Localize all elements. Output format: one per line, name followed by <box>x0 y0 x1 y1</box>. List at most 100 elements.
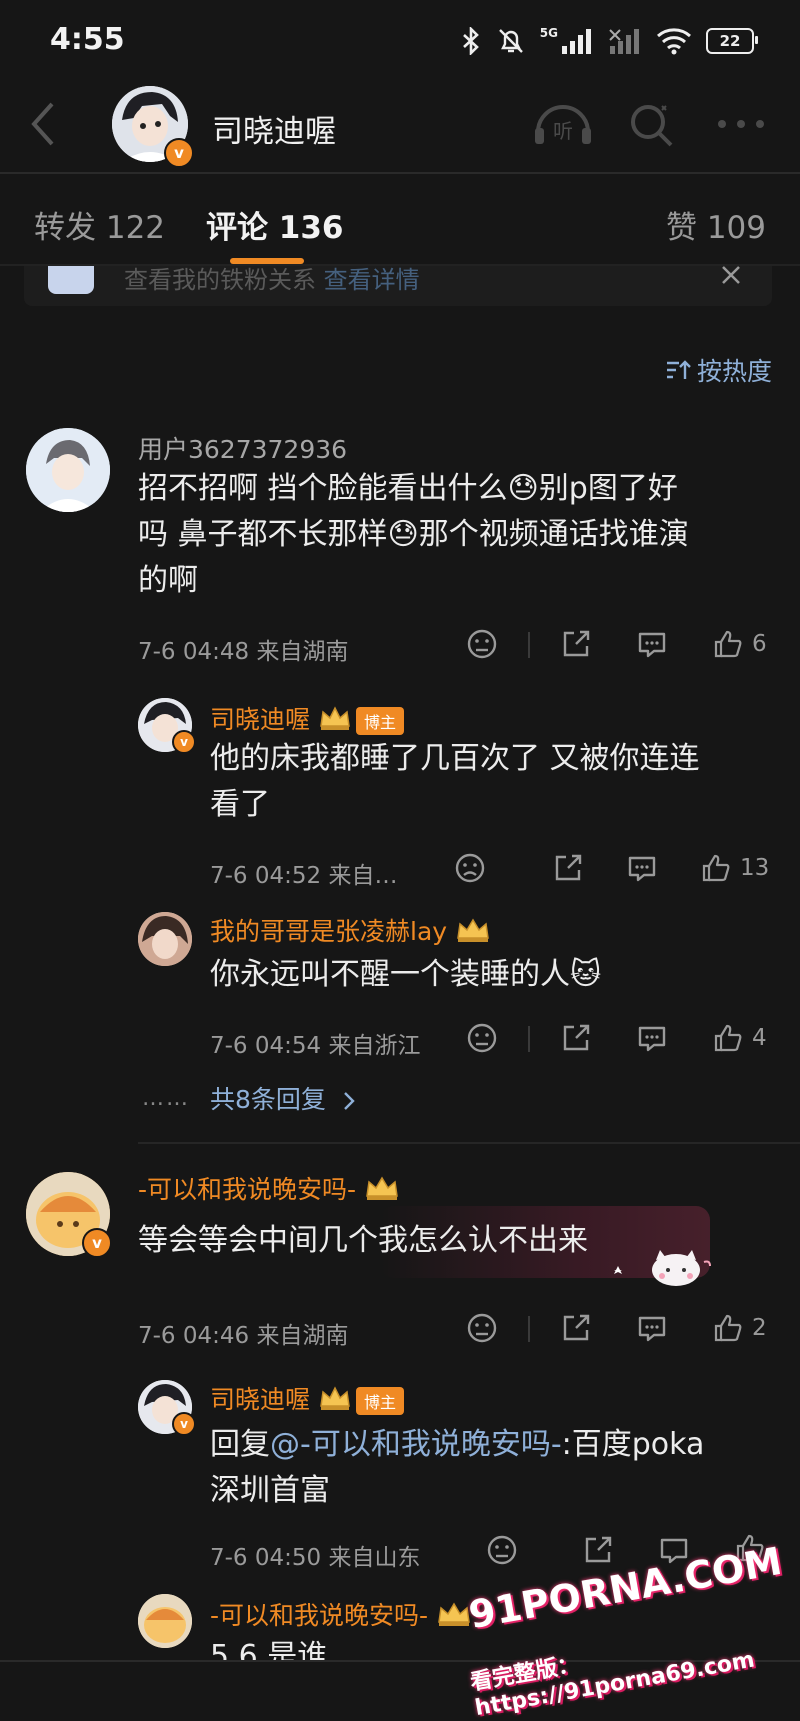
thumbs-up-icon <box>712 1022 744 1054</box>
comment-username[interactable]: 用户3627372936 <box>138 430 347 466</box>
chevron-right-icon <box>342 1090 356 1112</box>
comment-meta: 7-6 04:46 来自湖南 <box>138 1316 348 1350</box>
mention-link[interactable]: @-可以和我说晚安吗- <box>270 1427 562 1462</box>
dislike-button[interactable] <box>486 1534 518 1566</box>
search-icon[interactable] <box>628 102 676 150</box>
reply-line: 你永远叫不醒一个装睡的人🐱 <box>210 957 602 992</box>
comment-icon <box>636 628 668 660</box>
reply-username[interactable]: -可以和我说晚安吗- <box>210 1601 428 1630</box>
crown-icon <box>318 1384 352 1418</box>
reply-line: 看了 <box>210 787 270 822</box>
listen-icon[interactable]: 听 <box>532 102 594 148</box>
dislike-button[interactable] <box>466 628 498 660</box>
signal-2-icon <box>608 28 642 54</box>
reply-line: 他的床我都睡了几百次了 又被你连连 <box>210 741 700 776</box>
like-count: 2 <box>752 1315 767 1341</box>
comment-location: 来自湖南 <box>256 1323 349 1349</box>
reply-button[interactable] <box>636 628 668 660</box>
dislike-button[interactable] <box>466 1022 498 1054</box>
avatar[interactable] <box>138 912 192 966</box>
reply-line: 5 6 是谁 <box>210 1639 328 1660</box>
dislike-face-icon <box>454 852 486 884</box>
reply-username[interactable]: 司晓迪喔 <box>210 705 310 734</box>
cat-sticker-icon <box>606 1244 716 1288</box>
like-button[interactable]: 4 <box>712 1022 767 1054</box>
like-button[interactable]: 6 <box>712 628 767 660</box>
share-button[interactable] <box>552 852 584 884</box>
reply-text: 你永远叫不醒一个装睡的人🐱 <box>210 952 770 998</box>
reply-text: 回复@-可以和我说晚安吗-:百度poka 深圳首富 <box>210 1422 780 1514</box>
tab-likes[interactable]: 赞 109 <box>666 202 766 247</box>
comment-icon <box>636 1312 668 1344</box>
header-divider <box>0 172 800 174</box>
reply-button[interactable] <box>636 1312 668 1344</box>
sort-label: 按热度 <box>696 357 772 386</box>
share-button[interactable] <box>582 1534 614 1566</box>
more-replies-link[interactable]: 共8条回复 <box>210 1080 356 1116</box>
reply-location: 来自浙江 <box>328 1033 421 1059</box>
verified-badge-icon: v <box>164 138 194 168</box>
reply-location: 来自… <box>328 863 398 889</box>
verified-badge-icon: v <box>82 1228 112 1258</box>
dislike-face-icon <box>466 628 498 660</box>
verified-badge-icon: v <box>172 730 196 754</box>
like-count: 4 <box>752 1025 767 1051</box>
fan-banner[interactable]: 查看我的铁粉关系 查看详情 <box>24 266 772 306</box>
thumbs-up-icon <box>700 852 732 884</box>
tab-reposts[interactable]: 转发 122 <box>34 202 165 247</box>
mute-bell-icon <box>496 26 526 56</box>
share-button[interactable] <box>560 1022 592 1054</box>
reply-username[interactable]: 我的哥哥是张凌赫lay <box>210 917 447 946</box>
more-icon[interactable] <box>716 118 766 130</box>
comment-icon <box>636 1022 668 1054</box>
dislike-button[interactable] <box>466 1312 498 1344</box>
bluetooth-icon <box>460 27 482 55</box>
avatar[interactable] <box>26 428 110 512</box>
reply-location: 来自山东 <box>328 1545 421 1571</box>
reply-text: 5 6 是谁 <box>210 1634 327 1660</box>
reply-time: 7-6 04:52 <box>210 863 322 889</box>
share-icon <box>560 1022 592 1054</box>
network-label: 5G <box>539 26 558 40</box>
dislike-face-icon <box>466 1022 498 1054</box>
crown-icon <box>318 704 352 738</box>
wifi-icon <box>656 27 692 55</box>
reply-header: -可以和我说晚安吗- <box>210 1596 472 1634</box>
more-dots: …… <box>142 1086 190 1111</box>
reply-username[interactable]: 司晓迪喔 <box>210 1385 310 1414</box>
reply-line: 深圳首富 <box>210 1473 330 1508</box>
share-button[interactable] <box>560 628 592 660</box>
share-icon <box>552 852 584 884</box>
tab-comments[interactable]: 评论 136 <box>206 202 344 247</box>
comment-time: 7-6 04:48 <box>138 639 250 665</box>
share-icon <box>582 1534 614 1566</box>
close-icon[interactable] <box>720 266 742 286</box>
crown-icon <box>455 916 491 950</box>
like-button[interactable]: 13 <box>700 852 769 884</box>
like-button[interactable]: 2 <box>712 1312 767 1344</box>
thumbs-up-icon <box>712 1312 744 1344</box>
dislike-button[interactable] <box>454 852 486 884</box>
share-icon <box>560 1312 592 1344</box>
reply-button[interactable] <box>626 852 658 884</box>
thumbs-up-icon <box>712 628 744 660</box>
reply-text-rest: :百度poka <box>561 1427 705 1462</box>
action-divider <box>528 632 530 658</box>
reply-button[interactable] <box>636 1022 668 1054</box>
battery-indicator: 22 <box>706 28 758 54</box>
reply-header: 我的哥哥是张凌赫lay <box>210 912 491 950</box>
comment-username[interactable]: -可以和我说晚安吗- <box>138 1175 356 1204</box>
sort-selector[interactable]: 按热度 <box>665 352 772 388</box>
svg-text:听: 听 <box>553 119 573 143</box>
reply-prefix: 回复 <box>210 1427 270 1462</box>
tab-count: 136 <box>278 210 344 246</box>
avatar[interactable] <box>138 1594 192 1648</box>
reply-time: 7-6 04:50 <box>210 1545 322 1571</box>
dislike-face-icon <box>486 1534 518 1566</box>
share-button[interactable] <box>560 1312 592 1344</box>
comment-time: 7-6 04:46 <box>138 1323 250 1349</box>
tab-label: 转发 <box>34 210 96 246</box>
back-arrow-icon[interactable] <box>28 100 58 148</box>
reply-time: 7-6 04:54 <box>210 1033 322 1059</box>
banner-link[interactable]: 查看详情 <box>324 266 420 294</box>
